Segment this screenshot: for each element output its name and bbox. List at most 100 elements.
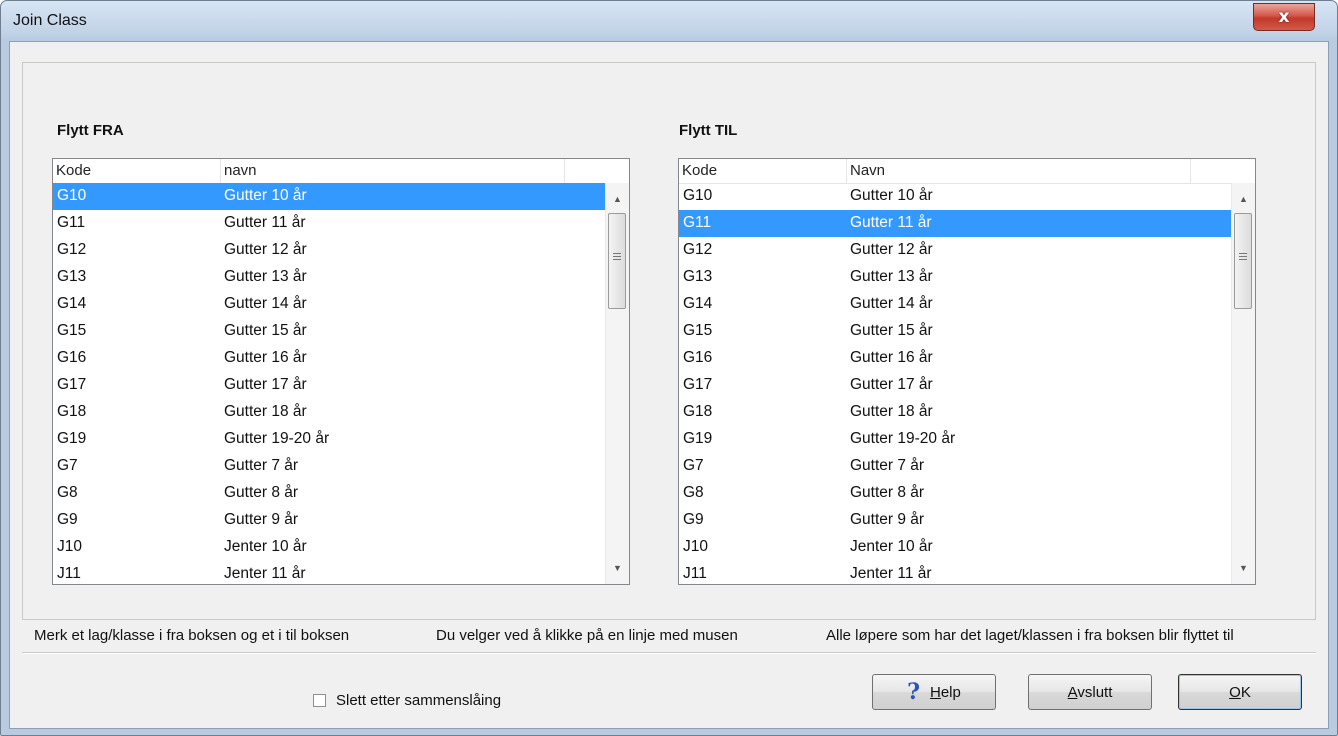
list-row[interactable]: G7 Gutter 7 år — [679, 453, 1233, 480]
join-class-dialog: Join Class x Flytt FRA Flytt TIL Kode na… — [0, 0, 1338, 736]
close-button[interactable]: x — [1253, 3, 1315, 31]
row-name: Jenter 10 år — [224, 538, 307, 555]
arrow-down-icon[interactable]: ▼ — [1232, 558, 1255, 578]
row-code: G17 — [683, 376, 713, 393]
row-code: G7 — [683, 457, 704, 474]
window-title: Join Class — [13, 12, 87, 29]
row-name: Gutter 16 år — [224, 349, 307, 366]
arrow-up-icon[interactable]: ▲ — [606, 189, 629, 209]
row-code: G10 — [683, 187, 713, 204]
list-row[interactable]: G19 Gutter 19-20 år — [53, 426, 607, 453]
row-code: G13 — [57, 268, 87, 285]
list-row[interactable]: J10 Jenter 10 år — [53, 534, 607, 561]
exit-button[interactable]: Avslutt — [1028, 674, 1152, 710]
row-name: Jenter 11 år — [850, 565, 932, 582]
row-name: Gutter 11 år — [850, 214, 932, 231]
row-code: G9 — [683, 511, 704, 528]
to-rows: G10 Gutter 10 år G11 Gutter 11 år G12 Gutter … — [679, 183, 1233, 584]
list-row[interactable]: J10 Jenter 10 år — [679, 534, 1233, 561]
row-name: Gutter 13 år — [850, 268, 933, 285]
dialog-client-area: Flytt FRA Flytt TIL Kode navn G10 Gutter … — [9, 41, 1329, 729]
row-name: Gutter 17 år — [224, 376, 307, 393]
list-row[interactable]: G19 Gutter 19-20 år — [679, 426, 1233, 453]
list-row[interactable]: G14 Gutter 14 år — [53, 291, 607, 318]
row-name: Gutter 9 år — [850, 511, 925, 528]
separator — [22, 652, 1316, 654]
row-name: Gutter 15 år — [850, 322, 933, 339]
list-row[interactable]: G17 Gutter 17 år — [53, 372, 607, 399]
delete-after-merge-option[interactable]: Slett etter sammenslåing — [313, 692, 501, 709]
list-row[interactable]: J11 Jenter 11 år — [53, 561, 607, 584]
scroll-thumb[interactable] — [608, 213, 626, 309]
row-name: Gutter 10 år — [850, 187, 933, 204]
row-code: G11 — [683, 214, 712, 231]
list-row[interactable]: G18 Gutter 18 år — [679, 399, 1233, 426]
list-row[interactable]: G7 Gutter 7 år — [53, 453, 607, 480]
help-label: Help — [930, 683, 961, 701]
instruction-text-1: Merk et lag/klasse i fra boksen og et i … — [34, 627, 350, 644]
delete-after-merge-checkbox[interactable] — [313, 694, 326, 707]
instruction-text-3: Alle løpere som har det laget/klassen i … — [826, 627, 1234, 644]
row-code: G18 — [57, 403, 87, 420]
list-row[interactable]: G16 Gutter 16 år — [679, 345, 1233, 372]
instruction-text-2: Du velger ved å klikke på en linje med m… — [436, 627, 738, 644]
row-code: G7 — [57, 457, 78, 474]
ok-button[interactable]: OK — [1178, 674, 1302, 710]
from-scrollbar[interactable]: ▲ ▼ — [605, 183, 629, 584]
list-row[interactable]: G12 Gutter 12 år — [679, 237, 1233, 264]
row-name: Gutter 13 år — [224, 268, 307, 285]
row-code: G14 — [57, 295, 87, 312]
list-row[interactable]: G9 Gutter 9 år — [679, 507, 1233, 534]
from-title: Flytt FRA — [57, 122, 124, 139]
row-code: G15 — [683, 322, 713, 339]
to-scrollbar[interactable]: ▲ ▼ — [1231, 183, 1255, 584]
arrow-down-icon[interactable]: ▼ — [606, 558, 629, 578]
help-button[interactable]: ? Help — [872, 674, 996, 710]
list-row[interactable]: G11 Gutter 11 år — [679, 210, 1233, 237]
row-name: Gutter 18 år — [850, 403, 933, 420]
list-row[interactable]: G18 Gutter 18 år — [53, 399, 607, 426]
to-title: Flytt TIL — [679, 122, 738, 139]
row-name: Gutter 16 år — [850, 349, 933, 366]
header-kode[interactable]: Kode — [679, 159, 847, 183]
list-row[interactable]: G15 Gutter 15 år — [53, 318, 607, 345]
list-row[interactable]: G8 Gutter 8 år — [679, 480, 1233, 507]
header-navn[interactable]: Navn — [847, 159, 1191, 183]
row-name: Gutter 9 år — [224, 511, 299, 528]
row-name: Gutter 8 år — [850, 484, 925, 501]
row-code: G10 — [57, 187, 87, 204]
to-list-header: Kode Navn — [679, 159, 1255, 184]
list-row[interactable]: J11 Jenter 11 år — [679, 561, 1233, 584]
list-row[interactable]: G12 Gutter 12 år — [53, 237, 607, 264]
row-name: Gutter 7 år — [224, 457, 299, 474]
row-code: G13 — [683, 268, 713, 285]
list-row[interactable]: G11 Gutter 11 år — [53, 210, 607, 237]
row-code: G12 — [57, 241, 87, 258]
list-row[interactable]: G14 Gutter 14 år — [679, 291, 1233, 318]
list-row[interactable]: G8 Gutter 8 år — [53, 480, 607, 507]
grip-icon — [1239, 253, 1247, 260]
list-row[interactable]: G10 Gutter 10 år — [679, 183, 1233, 210]
scroll-thumb[interactable] — [1234, 213, 1252, 309]
list-row[interactable]: G13 Gutter 13 år — [679, 264, 1233, 291]
row-code: G9 — [57, 511, 78, 528]
row-name: Jenter 10 år — [850, 538, 933, 555]
row-name: Gutter 18 år — [224, 403, 307, 420]
row-name: Gutter 12 år — [850, 241, 933, 258]
list-row[interactable]: G17 Gutter 17 år — [679, 372, 1233, 399]
list-row[interactable]: G9 Gutter 9 år — [53, 507, 607, 534]
arrow-up-icon[interactable]: ▲ — [1232, 189, 1255, 209]
list-row[interactable]: G10 Gutter 10 år — [53, 183, 607, 210]
to-listview[interactable]: Kode Navn G10 Gutter 10 år G11 Gutter 11 år… — [678, 158, 1256, 585]
row-name: Gutter 12 år — [224, 241, 307, 258]
header-navn[interactable]: navn — [221, 159, 565, 183]
list-row[interactable]: G13 Gutter 13 år — [53, 264, 607, 291]
row-code: G16 — [683, 349, 713, 366]
header-kode[interactable]: Kode — [53, 159, 221, 183]
ok-label: OK — [1229, 683, 1251, 701]
from-listview[interactable]: Kode navn G10 Gutter 10 år G11 Gutter 11 år… — [52, 158, 630, 585]
list-row[interactable]: G15 Gutter 15 år — [679, 318, 1233, 345]
list-row[interactable]: G16 Gutter 16 år — [53, 345, 607, 372]
row-code: G19 — [57, 430, 87, 447]
title-bar[interactable]: Join Class x — [1, 1, 1337, 41]
